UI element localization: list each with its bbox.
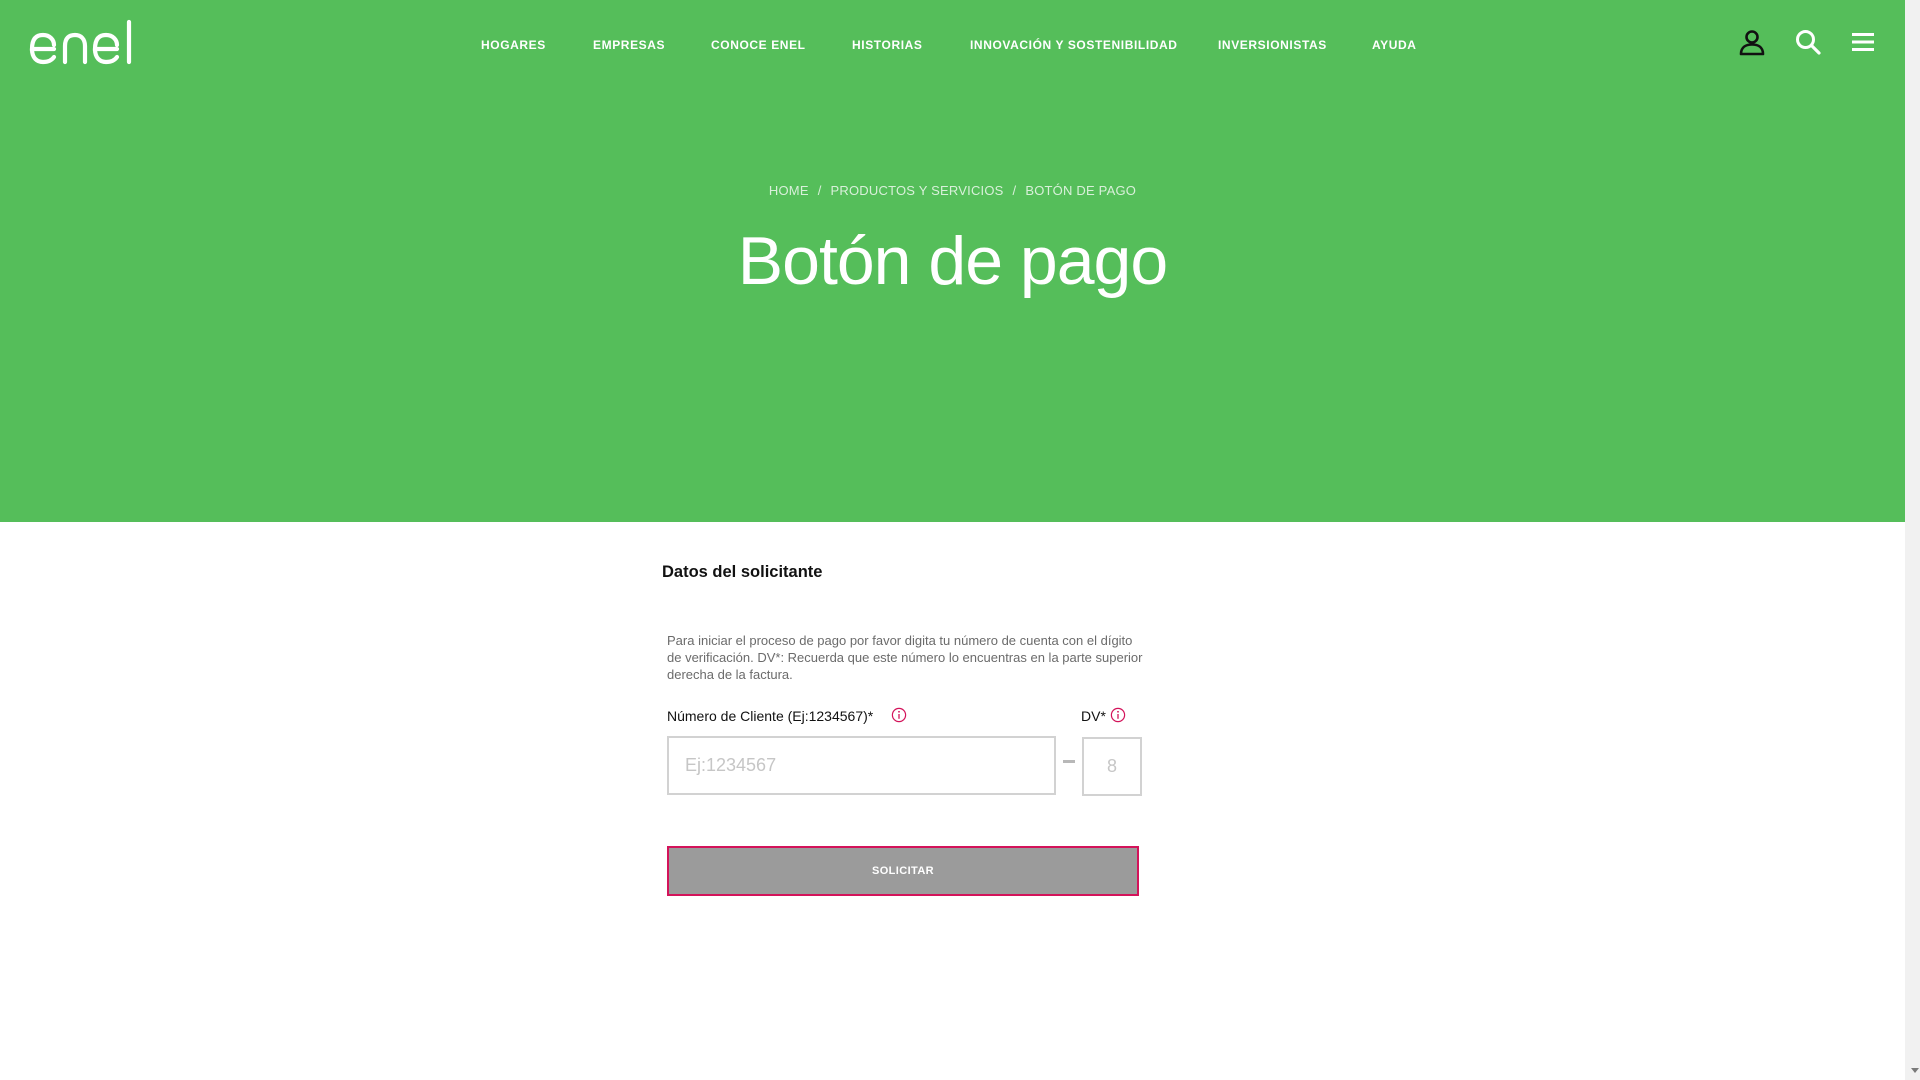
breadcrumb-current: BOTÓN DE PAGO [1025,183,1137,198]
breadcrumb-home[interactable]: HOME [769,183,809,198]
nav-item-hogares[interactable]: HOGARES [481,38,546,52]
dv-label: DV* [1081,708,1106,724]
hero-banner: HOGARES EMPRESAS CONOCE ENEL HISTORIAS I… [0,0,1905,522]
client-number-input[interactable] [667,736,1056,795]
breadcrumb-separator: / [817,183,822,198]
main-nav: HOGARES EMPRESAS CONOCE ENEL HISTORIAS I… [0,38,1905,52]
nav-item-ayuda[interactable]: AYUDA [1372,38,1417,52]
section-title: Datos del solicitante [662,563,823,581]
page-title: Botón de pago [737,223,1168,299]
info-icon[interactable] [891,707,907,723]
nav-item-innovacion[interactable]: INNOVACIÓN Y SOSTENIBILIDAD [970,38,1178,52]
scrollbar[interactable] [1905,0,1920,1080]
menu-icon[interactable] [1850,28,1878,56]
breadcrumb-separator: / [1012,183,1017,198]
field-separator-dash [1063,760,1075,763]
nav-item-conoce-enel[interactable]: CONOCE ENEL [711,38,806,52]
user-icon[interactable] [1738,28,1766,56]
client-number-label: Número de Cliente (Ej:1234567)* [667,708,874,724]
nav-item-empresas[interactable]: EMPRESAS [593,38,665,52]
solicitar-button[interactable]: SOLICITAR [667,846,1139,896]
search-icon[interactable] [1794,28,1822,56]
page: HOGARES EMPRESAS CONOCE ENEL HISTORIAS I… [0,0,1905,1080]
breadcrumb-productos[interactable]: PRODUCTOS Y SERVICIOS [831,183,1004,198]
intro-text: Para iniciar el proceso de pago por favo… [667,633,1143,682]
dv-input[interactable] [1082,737,1142,796]
breadcrumb: HOME / PRODUCTOS Y SERVICIOS / BOTÓN DE PAGO [0,183,1905,198]
nav-item-historias[interactable]: HISTORIAS [852,38,923,52]
scroll-down-arrow-icon[interactable] [1911,1068,1919,1073]
info-icon[interactable] [1110,707,1126,723]
nav-item-inversionistas[interactable]: INVERSIONISTAS [1218,38,1327,52]
